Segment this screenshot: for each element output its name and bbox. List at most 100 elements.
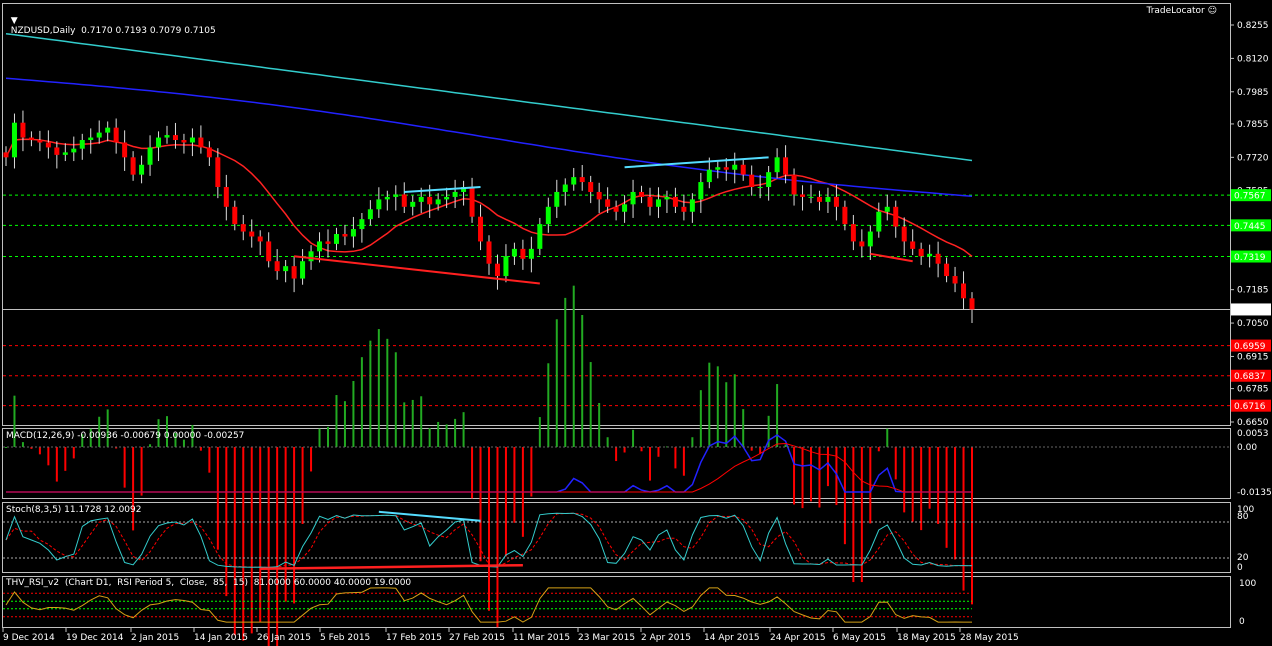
- time-tick-label: 28 May 2015: [960, 633, 1019, 643]
- macd-histogram-bar: [564, 297, 567, 447]
- bull-candle: [317, 241, 323, 252]
- macd-histogram-bar: [479, 447, 482, 562]
- bull-candle: [867, 231, 873, 247]
- macd-histogram-bar: [971, 447, 973, 605]
- bear-candle: [325, 241, 331, 244]
- stoch-series: [3, 510, 1230, 571]
- bull-candle: [71, 148, 77, 153]
- macd-histogram-bar: [106, 409, 109, 447]
- macd-histogram-bar: [598, 403, 601, 447]
- price-level-label: 0.7567: [1234, 192, 1266, 202]
- macd-histogram-bar: [377, 329, 380, 447]
- broker-label: TradeLocator ☺: [1147, 6, 1217, 16]
- stoch-tick-label: 0: [1237, 563, 1243, 573]
- macd-histogram-bar: [623, 447, 626, 453]
- macd-histogram-bar: [945, 447, 948, 548]
- bull-candle: [452, 191, 458, 197]
- macd-histogram-bar: [496, 447, 499, 628]
- bull-candle: [393, 194, 399, 197]
- price-axis: 0.82550.81200.79850.78550.77200.75850.71…: [1230, 21, 1272, 627]
- slow-ma-line: [5, 32, 973, 162]
- bear-candle: [122, 142, 128, 158]
- macd-histogram-bar: [894, 447, 897, 480]
- macd-histogram-bar: [649, 447, 651, 481]
- bull-candle: [511, 248, 517, 257]
- bull-candle: [410, 201, 416, 207]
- bear-candle: [791, 174, 797, 195]
- macd-histogram-bar: [55, 447, 58, 482]
- bull-candle: [664, 196, 670, 200]
- macd-histogram-bar: [589, 362, 592, 447]
- bull-candle: [689, 199, 695, 212]
- bull-candle: [444, 196, 450, 200]
- time-tick-label: 11 Mar 2015: [513, 633, 570, 643]
- bull-candle: [300, 261, 306, 279]
- bear-candle: [850, 224, 856, 242]
- bull-candle: [732, 164, 738, 170]
- bear-candle: [918, 248, 924, 257]
- price-level-label: 0.7319: [1234, 253, 1266, 263]
- symbol-header[interactable]: ▼ NZDUSD,Daily 0.7170 0.7193 0.7079 0.71…: [5, 6, 216, 36]
- bear-candle: [816, 196, 822, 202]
- time-tick-label: 27 Feb 2015: [449, 633, 505, 643]
- bear-candle: [588, 182, 594, 192]
- macd-histogram-bar: [72, 447, 75, 459]
- bull-candle: [808, 196, 814, 198]
- bull-candle: [164, 135, 170, 138]
- stoch-trendline: [378, 510, 481, 522]
- bull-candle: [189, 137, 195, 143]
- macd-histogram-bar: [504, 447, 507, 557]
- bull-candle: [418, 196, 424, 202]
- price-tick-label: 0.6915: [1237, 352, 1269, 362]
- price-level-label: 0.6837: [1234, 372, 1266, 382]
- macd-histogram-bar: [140, 447, 143, 496]
- stoch-tick-label: 20: [1237, 553, 1249, 563]
- symbol-ohlc-label: NZDUSD,Daily 0.7170 0.7193 0.7079 0.7105: [10, 26, 216, 36]
- bear-candle: [45, 142, 51, 148]
- bull-candle: [528, 248, 534, 259]
- macd-histogram-bar: [530, 447, 533, 497]
- macd-histogram-bar: [555, 319, 558, 447]
- bear-candle: [206, 147, 212, 158]
- price-level-label: 0.6959: [1234, 342, 1266, 352]
- bull-candle: [554, 191, 560, 207]
- dropdown-arrow-icon[interactable]: ▼: [11, 16, 18, 26]
- macd-histogram-bar: [547, 363, 550, 447]
- macd-histogram-bar: [937, 447, 940, 524]
- price-tick-label: 0.8255: [1237, 21, 1269, 31]
- bear-candle: [172, 135, 178, 141]
- moving-averages: [5, 32, 973, 257]
- macd-histogram-bar: [657, 447, 660, 457]
- rsi-series: [3, 587, 972, 623]
- time-tick-label: 14 Apr 2015: [704, 633, 760, 643]
- macd-histogram-bar: [682, 447, 685, 476]
- macd-histogram-bar: [208, 447, 211, 473]
- bear-candle: [639, 191, 645, 197]
- price-tick-label: 0.7720: [1237, 153, 1269, 163]
- time-tick-label: 24 Apr 2015: [770, 633, 826, 643]
- macd-histogram-bar: [47, 447, 50, 466]
- bull-candle: [927, 253, 933, 257]
- macd-histogram-bar: [471, 447, 474, 499]
- macd-histogram-bar: [776, 384, 779, 447]
- macd-histogram-bar: [708, 362, 711, 447]
- bear-candle: [232, 206, 238, 225]
- bear-candle: [833, 196, 839, 207]
- macd-histogram-bar: [276, 447, 279, 646]
- time-tick-label: 5 Feb 2015: [320, 633, 370, 643]
- bull-candle: [139, 164, 145, 175]
- macd-histogram-bar: [488, 447, 490, 611]
- bear-candle: [20, 122, 26, 138]
- bear-candle: [274, 261, 280, 272]
- price-tick-label: 0.6785: [1237, 385, 1269, 395]
- bull-candle: [88, 137, 94, 141]
- bull-candle: [876, 211, 882, 232]
- bear-candle: [783, 157, 789, 175]
- time-axis: 9 Dec 2014 19 Dec 2014 2 Jan 2015 14 Jan 20…: [2, 628, 1019, 643]
- bull-candle: [283, 266, 289, 272]
- price-tick-label: 0.7185: [1237, 286, 1269, 296]
- bear-candle: [198, 137, 204, 148]
- macd-histogram-bar: [818, 447, 821, 508]
- bear-candle: [37, 140, 43, 143]
- macd-histogram-bar: [691, 437, 694, 447]
